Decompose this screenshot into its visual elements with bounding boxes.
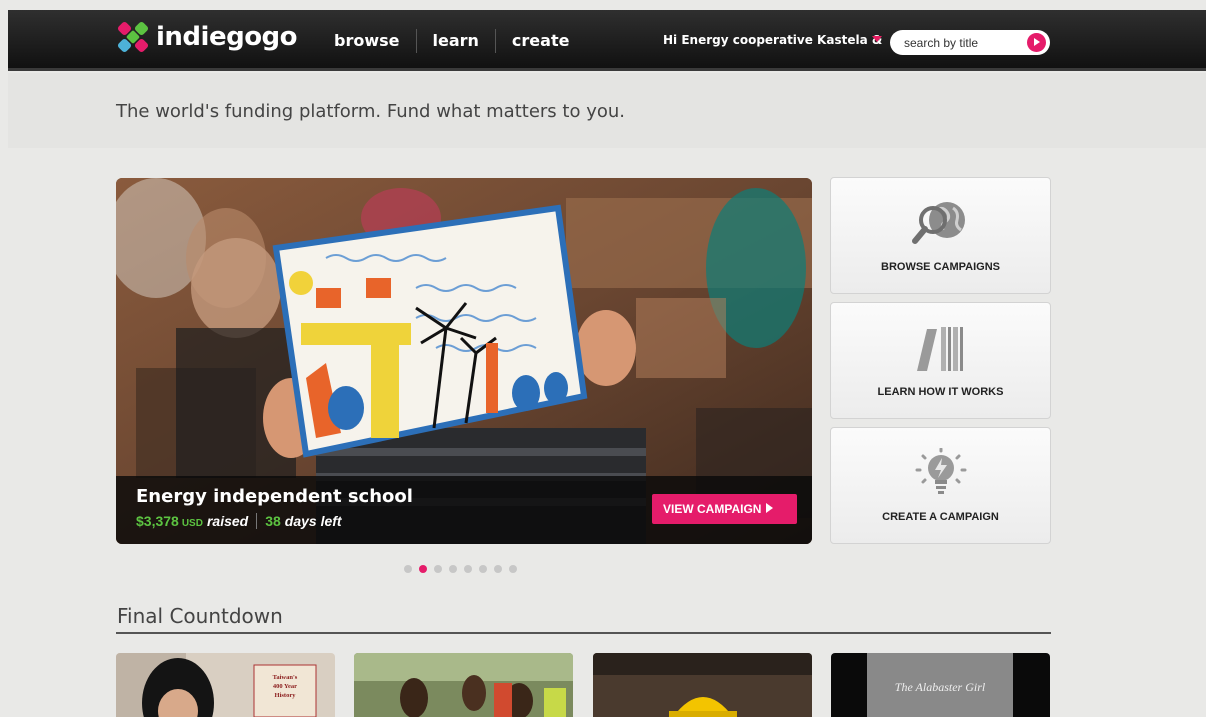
slide-dot[interactable] [509,565,517,573]
logo-mark-icon [116,20,150,54]
thumbnail-book-text: Taiwan's [273,674,298,681]
slide-dot[interactable] [449,565,457,573]
days-left-label: days left [284,513,342,529]
learn-how-it-works-label: LEARN HOW IT WORKS [877,386,1004,398]
hero-campaign-stats: $3,378 USD raised 38 days left [136,513,342,529]
section-divider [116,632,1051,634]
indiegogo-logo[interactable]: indiegogo [116,20,298,54]
browse-campaigns-button[interactable]: BROWSE CAMPAIGNS [830,177,1051,294]
raised-label: raised [206,513,249,529]
slide-dot-active[interactable] [419,565,427,573]
view-campaign-button[interactable]: VIEW CAMPAIGN [652,494,797,524]
view-campaign-label: VIEW CAMPAIGN [663,502,762,516]
search-box [890,30,1050,55]
nav-create-link[interactable]: create [494,29,586,53]
nav-learn-link[interactable]: learn [415,29,495,53]
thumbnail-title-text: The Alabaster Girl [895,680,986,694]
currency-label: USD [181,518,203,529]
svg-text:400 Year: 400 Year [273,683,297,690]
campaign-thumbnail[interactable] [354,653,573,717]
slide-dot[interactable] [464,565,472,573]
featured-campaign-hero[interactable]: Energy independent school $3,378 USD rais… [116,178,812,544]
globe-search-icon [911,198,971,248]
stats-divider [256,513,258,529]
nav-browse-link[interactable]: browse [328,29,416,53]
slide-dot[interactable] [434,565,442,573]
days-left-value: 38 [265,513,281,529]
logo-text: indiegogo [156,22,298,52]
slide-dot[interactable] [494,565,502,573]
top-navigation-bar: indiegogo browse learn create Hi Energy … [8,10,1206,71]
slider-pagination [404,565,524,573]
create-a-campaign-button[interactable]: CREATE A CAMPAIGN [830,427,1051,544]
raised-amount: $3,378 USD [136,513,203,529]
hero-campaign-title[interactable]: Energy independent school [136,486,413,507]
svg-text:History: History [275,692,297,699]
final-countdown-heading: Final Countdown [117,604,283,628]
search-input[interactable] [904,34,1019,51]
campaign-thumbnail[interactable]: The Alabaster Girl [831,653,1050,717]
search-submit-icon[interactable] [1027,33,1046,52]
tagline: The world's funding platform. Fund what … [116,101,625,122]
campaign-thumbnail[interactable] [593,653,812,717]
hero-caption: Energy independent school $3,378 USD rais… [116,476,812,544]
books-icon [911,323,971,373]
lightbulb-icon [911,447,971,498]
tagline-band: The world's funding platform. Fund what … [8,73,1206,148]
play-arrow-icon [766,503,774,513]
browse-campaigns-label: BROWSE CAMPAIGNS [881,261,1000,273]
user-menu-caret-icon[interactable] [872,36,882,42]
slide-dot[interactable] [404,565,412,573]
campaign-thumbnail[interactable]: Taiwan's 400 Year History [116,653,335,717]
learn-how-it-works-button[interactable]: LEARN HOW IT WORKS [830,302,1051,419]
raised-value: $3,378 [136,513,179,529]
user-greeting[interactable]: Hi Energy cooperative Kastela & [663,33,882,47]
main-nav: browse learn create [328,29,585,53]
create-a-campaign-label: CREATE A CAMPAIGN [882,511,999,523]
slide-dot[interactable] [479,565,487,573]
